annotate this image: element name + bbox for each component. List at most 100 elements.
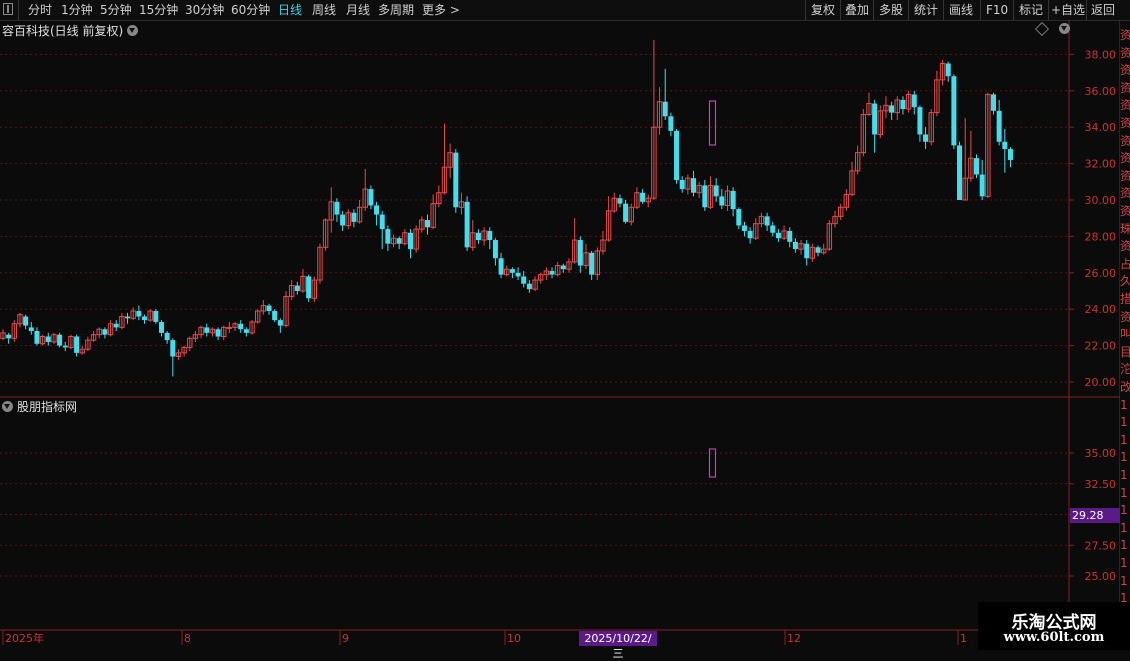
candle-body-down xyxy=(730,190,736,210)
candle-body-down xyxy=(368,189,374,206)
candle-body-down xyxy=(475,232,481,241)
chevron-down-icon[interactable] xyxy=(127,25,139,36)
chevron-down-icon[interactable] xyxy=(1059,23,1070,34)
candle-body-down xyxy=(453,152,459,208)
candle-body-down xyxy=(34,331,40,344)
candle-body-down xyxy=(521,276,527,284)
side-panel-char: 1 xyxy=(1120,520,1128,535)
candle-body-down xyxy=(340,214,346,226)
side-panel-char: 资 xyxy=(1120,186,1130,201)
date-axis: 2025年 8 9 10 12 1 xyxy=(2,630,967,645)
side-panel-char: 资 xyxy=(1120,239,1130,254)
side-panel-char: 沱 xyxy=(1120,362,1130,377)
candle-body-down xyxy=(872,103,878,135)
candle-body-down xyxy=(136,311,142,317)
kline-chart-canvas[interactable]: 20.00 22.00 24.00 26.00 28.00 30.00 32.00 34.00… xyxy=(0,0,1120,650)
candle-body-down xyxy=(668,116,674,131)
candle-body-down xyxy=(792,241,798,250)
candle-body-down xyxy=(804,243,810,259)
side-panel-char: 资 xyxy=(1120,28,1130,42)
side-panel-char: 资 xyxy=(1120,168,1130,183)
candle-body-down xyxy=(125,316,131,319)
candle-body-down xyxy=(679,179,685,190)
side-panel-char: 1 xyxy=(1120,556,1128,570)
candle-body-down xyxy=(957,145,963,200)
candle-body-down xyxy=(674,130,680,180)
indicator-title-text: 股朋指标网 xyxy=(17,400,78,414)
candle-body-down xyxy=(351,212,357,222)
candle-body-down xyxy=(204,327,210,333)
side-panel-char: 占 xyxy=(1120,256,1130,271)
side-panel-char: 1 xyxy=(1120,468,1128,482)
watermark: 乐淘公式网 www.60lt.com xyxy=(978,602,1130,650)
candle-body-down xyxy=(509,269,515,273)
candle-body-down xyxy=(408,232,414,250)
candle-body-down xyxy=(102,329,108,335)
x-tick-label: 2025年 xyxy=(5,631,44,645)
side-panel-char: 资 xyxy=(1120,133,1130,148)
candle-body-down xyxy=(334,201,340,215)
side-panel-char: 资 xyxy=(1120,309,1130,324)
candle-body-down xyxy=(28,327,34,332)
side-panel-char: 资 xyxy=(1120,98,1130,113)
candle-body-down xyxy=(815,247,821,253)
candle-body-down xyxy=(549,270,555,275)
candle-body-down xyxy=(991,94,996,111)
y-tick-label: 22.00 xyxy=(1085,340,1117,353)
y-tick-label: 26.00 xyxy=(1085,267,1117,280)
side-panel-char: 资 xyxy=(1120,204,1130,218)
candle-body-down xyxy=(62,345,68,348)
main-price-axis: 20.00 22.00 24.00 26.00 28.00 30.00 32.00 34.00… xyxy=(1069,48,1116,389)
candle-body-down xyxy=(741,225,747,231)
candle-body-down xyxy=(243,329,249,333)
side-panel-char: 资 xyxy=(1120,45,1130,60)
candle-body-down xyxy=(1007,149,1013,160)
candle-body-down xyxy=(617,198,623,204)
side-panel-char: 1 xyxy=(1120,450,1128,465)
candle-body-down xyxy=(164,332,170,341)
candle-body-down xyxy=(526,283,532,290)
side-panel-char: 1 xyxy=(1120,538,1128,553)
candle-body-down xyxy=(577,240,583,266)
chevron-down-icon[interactable] xyxy=(2,401,13,412)
candle-body-down xyxy=(464,201,470,248)
candle-body-down xyxy=(294,285,300,291)
cursor-price-label: 29.28 xyxy=(1070,508,1120,523)
y-tick-label: 34.00 xyxy=(1085,121,1117,134)
candle-body-down xyxy=(917,107,923,135)
side-panel-char: 1 xyxy=(1120,415,1128,430)
candle-body-down xyxy=(266,305,272,312)
y-tick-label: 28.00 xyxy=(1085,230,1117,243)
candle-body-down xyxy=(113,323,119,328)
candle-body-down xyxy=(277,320,283,326)
candle-body-down xyxy=(45,336,51,342)
candle-body-down xyxy=(589,252,595,275)
candle-body-down xyxy=(775,232,781,239)
x-tick-label: 12 xyxy=(787,632,801,645)
candle-body-down xyxy=(498,258,504,275)
side-panel-char: 1 xyxy=(1120,573,1128,588)
side-panel-char: 资 xyxy=(1120,63,1130,78)
candle-body-down xyxy=(385,229,391,244)
indicator-title: 股朋指标网 xyxy=(2,398,77,415)
side-panel-char: 资 xyxy=(1120,116,1130,130)
candle-body-down xyxy=(787,230,793,242)
candle-body-down xyxy=(170,340,176,357)
candle-body-down xyxy=(951,76,957,146)
y-tick-label: 38.00 xyxy=(1085,48,1117,61)
candle-body-down xyxy=(640,192,646,202)
candle-body-down xyxy=(764,216,770,226)
side-panel-char: 珠 xyxy=(1120,221,1130,236)
side-panel-char: 1 xyxy=(1120,432,1128,447)
side-panel-strip: 资资资资资资资资资资资珠资占久措资叫目沱改1111111111111 xyxy=(1120,20,1130,630)
side-panel-char: 久 xyxy=(1120,274,1130,289)
main-chart-title: 容百科技(日线 前复权) xyxy=(2,22,139,39)
x-tick-label: 10 xyxy=(507,632,521,645)
candle-body-down xyxy=(515,272,521,277)
candle-body-down xyxy=(158,321,164,333)
x-tick-label: 8 xyxy=(184,632,191,645)
y-tick-label: 32.00 xyxy=(1085,158,1117,171)
y-tick-label: 25.00 xyxy=(1085,570,1117,583)
side-panel-char: 叫 xyxy=(1120,327,1130,342)
candle-body-down xyxy=(1002,141,1008,150)
